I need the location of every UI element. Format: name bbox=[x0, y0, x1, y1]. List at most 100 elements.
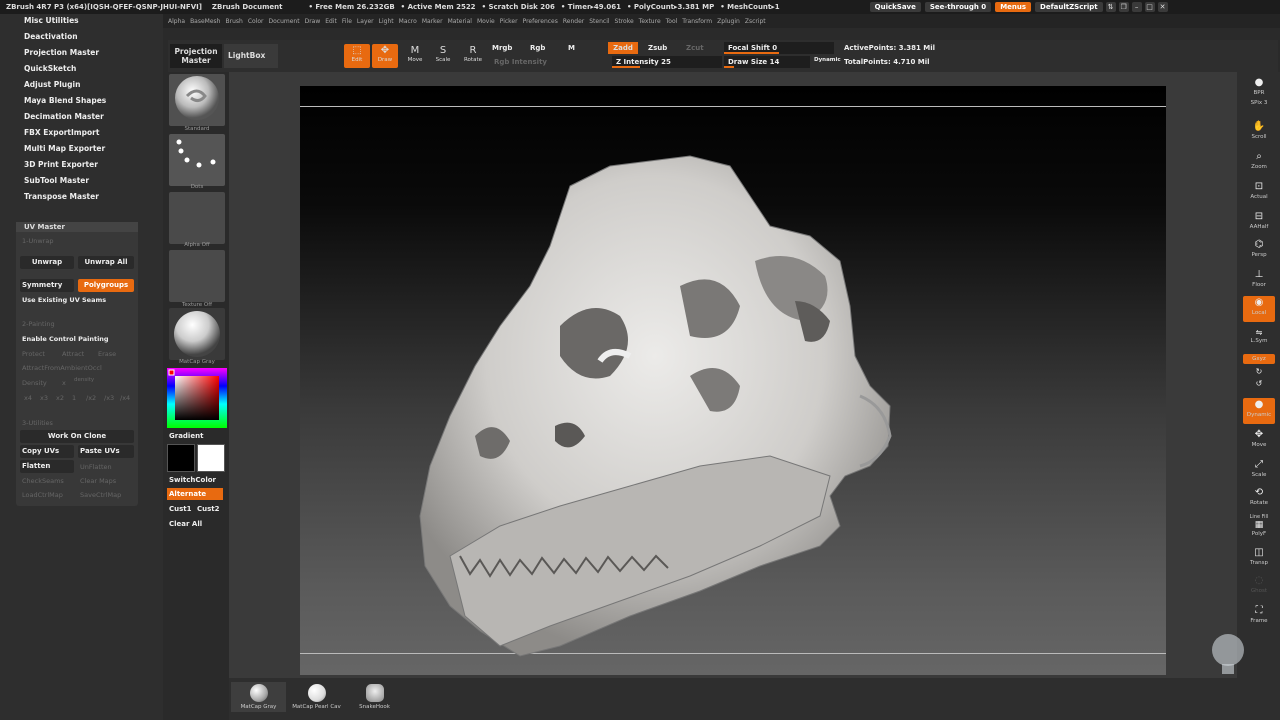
use-existing-uv-seams-toggle[interactable]: Use Existing UV Seams bbox=[22, 296, 106, 304]
menu-document[interactable]: Document bbox=[268, 18, 299, 25]
menu-stroke[interactable]: Stroke bbox=[615, 18, 634, 25]
density-x4-button[interactable]: x4 bbox=[24, 394, 32, 402]
menu-marker[interactable]: Marker bbox=[422, 18, 443, 25]
uv-master-header[interactable]: UV Master bbox=[16, 222, 138, 232]
minimize-icon[interactable]: – bbox=[1131, 2, 1142, 12]
alpha-thumbnail[interactable] bbox=[169, 192, 225, 244]
rgb-intensity-slider[interactable]: Rgb Intensity bbox=[494, 58, 547, 66]
close-icon[interactable]: ✕ bbox=[1157, 2, 1168, 12]
material-thumbnail[interactable] bbox=[169, 308, 225, 360]
density-slider[interactable]: density bbox=[74, 377, 94, 383]
unflatten-button[interactable]: UnFlatten bbox=[80, 463, 112, 471]
menu-movie[interactable]: Movie bbox=[477, 18, 495, 25]
plugin-3d-print-exporter[interactable]: 3D Print Exporter bbox=[24, 160, 98, 169]
rotation-axis-icons[interactable]: ↻ ↺ bbox=[1243, 366, 1275, 392]
rotate-mode-button[interactable]: R Rotate bbox=[460, 44, 486, 68]
main-color-swatch[interactable] bbox=[197, 444, 225, 472]
see-through-slider[interactable]: See-through 0 bbox=[924, 2, 992, 12]
menu-alpha[interactable]: Alpha bbox=[168, 18, 185, 25]
plugin-decimation-master[interactable]: Decimation Master bbox=[24, 112, 104, 121]
density-div4-button[interactable]: /x4 bbox=[120, 394, 130, 402]
alternate-button[interactable]: Alternate bbox=[167, 488, 223, 500]
menu-preferences[interactable]: Preferences bbox=[523, 18, 558, 25]
flatten-button[interactable]: Flatten bbox=[20, 460, 74, 473]
paste-uvs-button[interactable]: Paste UVs bbox=[78, 445, 134, 458]
plugin-maya-blend-shapes[interactable]: Maya Blend Shapes bbox=[24, 96, 106, 105]
lightbox-button[interactable]: LightBox bbox=[224, 44, 278, 68]
move-view-button[interactable]: ✥ Move bbox=[1243, 428, 1275, 454]
persp-button[interactable]: ⌬ Persp bbox=[1243, 238, 1275, 264]
clear-maps-button[interactable]: Clear Maps bbox=[80, 477, 116, 485]
work-on-clone-button[interactable]: Work On Clone bbox=[20, 430, 134, 443]
draw-size-slider[interactable]: Draw Size 14 bbox=[724, 56, 810, 68]
scroll-button[interactable]: ✋ Scroll bbox=[1243, 120, 1275, 146]
check-seams-button[interactable]: CheckSeams bbox=[22, 477, 64, 485]
density-x2-button[interactable]: x2 bbox=[56, 394, 64, 402]
plugin-multi-map-exporter[interactable]: Multi Map Exporter bbox=[24, 144, 105, 153]
scale-mode-button[interactable]: S Scale bbox=[430, 44, 456, 68]
menu-material[interactable]: Material bbox=[448, 18, 472, 25]
menu-tool[interactable]: Tool bbox=[666, 18, 678, 25]
polygroups-toggle[interactable]: Polygroups bbox=[78, 279, 134, 292]
aahalf-button[interactable]: ⊟ AAHalf bbox=[1243, 210, 1275, 236]
actual-button[interactable]: ⊡ Actual bbox=[1243, 180, 1275, 206]
move-mode-button[interactable]: M Move bbox=[402, 44, 428, 68]
menu-file[interactable]: File bbox=[342, 18, 352, 25]
switch-color-button[interactable]: SwitchColor bbox=[167, 474, 223, 486]
attract-button[interactable]: Attract bbox=[62, 350, 84, 358]
plugin-projection-master[interactable]: Projection Master bbox=[24, 48, 99, 57]
menu-zscript[interactable]: Zscript bbox=[745, 18, 766, 25]
color-picker[interactable] bbox=[167, 368, 227, 428]
menu-picker[interactable]: Picker bbox=[500, 18, 518, 25]
mrgb-button[interactable]: Mrgb bbox=[492, 44, 512, 52]
unwrap-all-button[interactable]: Unwrap All bbox=[78, 256, 134, 269]
stroke-thumbnail[interactable] bbox=[169, 134, 225, 186]
z-intensity-slider[interactable]: Z Intensity 25 bbox=[612, 56, 722, 68]
menu-light[interactable]: Light bbox=[379, 18, 394, 25]
zsub-button[interactable]: Zsub bbox=[648, 44, 667, 52]
zoom-button[interactable]: ⌕ Zoom bbox=[1243, 150, 1275, 176]
rotate-view-button[interactable]: ⟲ Rotate bbox=[1243, 486, 1275, 512]
layout-icon[interactable]: ⇅ bbox=[1105, 2, 1116, 12]
bpr-button[interactable]: ● BPR bbox=[1243, 76, 1275, 102]
menu-zplugin[interactable]: Zplugin bbox=[717, 18, 740, 25]
menu-stencil[interactable]: Stencil bbox=[589, 18, 609, 25]
edit-mode-button[interactable]: ⬚ Edit bbox=[344, 44, 370, 68]
default-zscript-button[interactable]: DefaultZScript bbox=[1035, 2, 1103, 12]
focal-shift-slider[interactable]: Focal Shift 0 bbox=[724, 42, 834, 54]
density-1-button[interactable]: 1 bbox=[72, 394, 76, 402]
cust2-button[interactable]: Cust2 bbox=[195, 503, 223, 515]
menu-draw[interactable]: Draw bbox=[305, 18, 321, 25]
plugin-misc-utilities[interactable]: Misc Utilities bbox=[24, 16, 79, 25]
plugin-adjust[interactable]: Adjust Plugin bbox=[24, 80, 80, 89]
spix-slider[interactable]: SPix 3 bbox=[1243, 100, 1275, 112]
dynamic-button[interactable]: Dynamic bbox=[814, 57, 841, 63]
document-canvas[interactable] bbox=[300, 86, 1166, 675]
ghost-button[interactable]: ◌ Ghost bbox=[1243, 574, 1275, 600]
density-div2-button[interactable]: /x2 bbox=[86, 394, 96, 402]
plugin-transpose-master[interactable]: Transpose Master bbox=[24, 192, 99, 201]
save-ctrl-map-button[interactable]: SaveCtrlMap bbox=[80, 491, 121, 499]
menu-brush[interactable]: Brush bbox=[225, 18, 242, 25]
matcap-pearl-thumbnail[interactable]: MatCap Pearl Cav bbox=[289, 682, 344, 712]
draw-polyframe-button[interactable]: ● Dynamic bbox=[1243, 398, 1275, 424]
menu-color[interactable]: Color bbox=[248, 18, 264, 25]
erase-button[interactable]: Erase bbox=[98, 350, 116, 358]
texture-thumbnail[interactable] bbox=[169, 250, 225, 302]
clear-all-button[interactable]: Clear All bbox=[167, 518, 223, 530]
transp-button[interactable]: ◫ Transp bbox=[1243, 546, 1275, 572]
copy-uvs-button[interactable]: Copy UVs bbox=[20, 445, 74, 458]
restore-icon[interactable]: ❐ bbox=[1118, 2, 1129, 12]
light-bulb-icon[interactable] bbox=[1200, 618, 1256, 678]
menu-layer[interactable]: Layer bbox=[357, 18, 374, 25]
menu-macro[interactable]: Macro bbox=[399, 18, 417, 25]
plugin-subtool-master[interactable]: SubTool Master bbox=[24, 176, 89, 185]
load-ctrl-map-button[interactable]: LoadCtrlMap bbox=[22, 491, 63, 499]
menu-texture[interactable]: Texture bbox=[639, 18, 661, 25]
t-rex-skull-model[interactable] bbox=[300, 86, 1166, 675]
m-button[interactable]: M bbox=[568, 44, 575, 52]
local-button[interactable]: ◉ Local bbox=[1243, 296, 1275, 322]
draw-mode-button[interactable]: ✥ Draw bbox=[372, 44, 398, 68]
protect-button[interactable]: Protect bbox=[22, 350, 45, 358]
unwrap-button[interactable]: Unwrap bbox=[20, 256, 74, 269]
